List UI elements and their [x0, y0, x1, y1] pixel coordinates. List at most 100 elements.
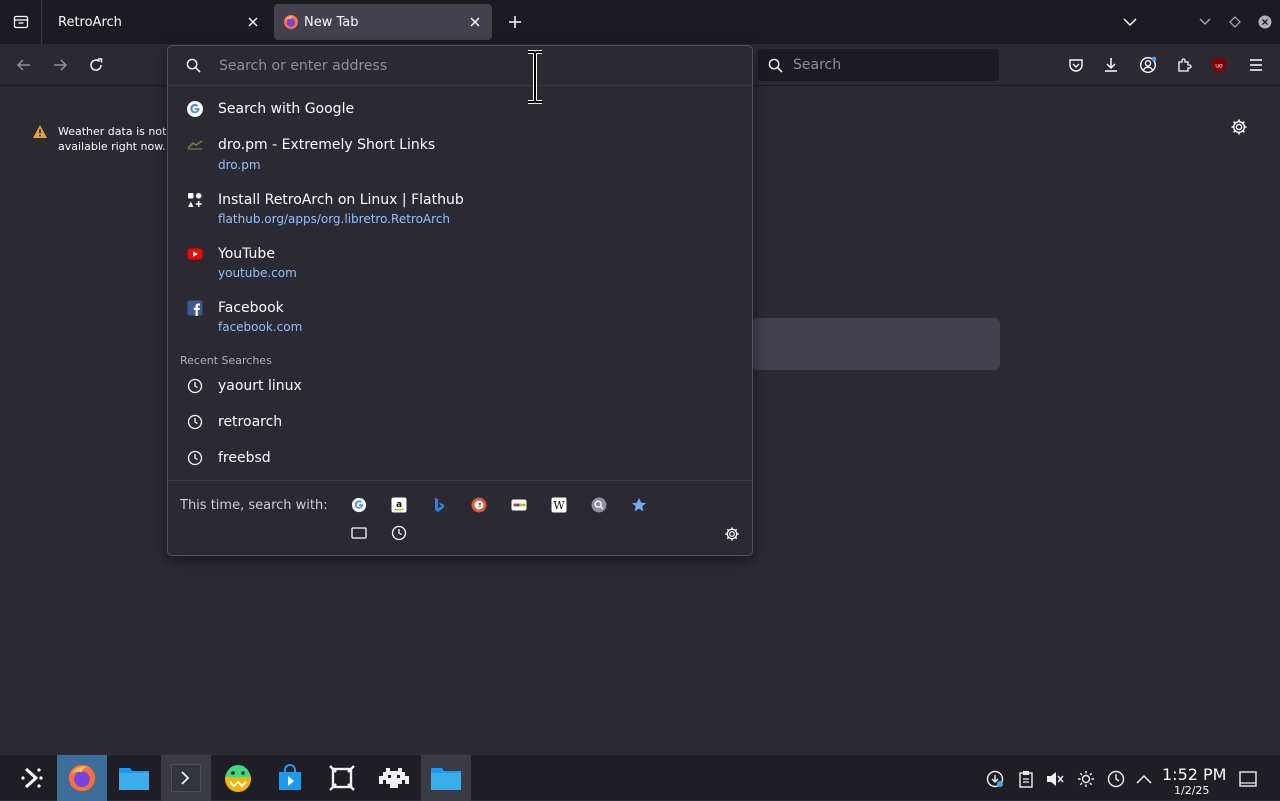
taskbar-firefox[interactable]	[57, 755, 107, 801]
chevron-down-icon	[1123, 18, 1137, 27]
volume-muted-icon[interactable]	[1045, 769, 1065, 789]
result-title: Search with Google	[218, 101, 355, 117]
history-clock-icon	[186, 413, 204, 431]
urlbar-result-row[interactable]: dro.pm - Extremely Short Links dro.pm	[168, 132, 752, 176]
text-cursor-icon	[525, 50, 545, 104]
downloads-button[interactable]	[1099, 53, 1123, 77]
taskbar-discover[interactable]	[265, 755, 315, 801]
show-desktop-icon[interactable]	[1238, 769, 1258, 789]
result-title: Install RetroArch on Linux | Flathub	[218, 192, 464, 208]
tab-close-icon[interactable]	[466, 13, 484, 31]
youtube-favicon	[186, 245, 204, 263]
clipboard-icon[interactable]	[1016, 769, 1036, 789]
history-icon[interactable]	[388, 522, 410, 544]
application-launcher-button[interactable]	[8, 755, 58, 801]
bing-icon[interactable]	[428, 494, 450, 516]
firefox-icon	[68, 764, 96, 792]
gear-icon	[725, 527, 739, 541]
power-management-icon[interactable]	[1106, 769, 1126, 789]
divider	[168, 480, 752, 481]
search-input[interactable]	[791, 56, 985, 74]
discover-updates-icon[interactable]	[985, 769, 1005, 789]
reload-icon	[90, 58, 103, 71]
arrow-left-icon	[16, 59, 30, 71]
folder-icon	[431, 768, 461, 790]
taskbar-dolphin[interactable]	[421, 755, 471, 801]
chevron-up-icon[interactable]	[1134, 769, 1154, 789]
google-icon	[186, 100, 204, 118]
back-button[interactable]	[12, 53, 36, 77]
tab-new-tab[interactable]: New Tab	[274, 4, 492, 40]
search-bar[interactable]	[758, 49, 999, 81]
result-title: dro.pm - Extremely Short Links	[218, 137, 436, 153]
tabs-icon[interactable]	[348, 522, 370, 544]
search-icon	[768, 58, 783, 73]
reload-button[interactable]	[84, 53, 108, 77]
taskbar-terminal[interactable]	[161, 755, 211, 801]
taskbar-retroarch[interactable]	[369, 755, 419, 801]
taskbar-android-app[interactable]	[213, 755, 263, 801]
warning-icon	[33, 125, 47, 138]
recent-search-item[interactable]: retroarch	[168, 410, 752, 436]
tab-close-icon[interactable]	[244, 13, 262, 31]
arrow-right-icon	[54, 59, 68, 71]
frame-icon	[329, 765, 355, 791]
account-icon	[1139, 56, 1157, 74]
bookmarks-star-icon[interactable]	[628, 494, 650, 516]
recent-search-item[interactable]: freebsd	[168, 446, 752, 472]
minimize-window-button[interactable]	[1195, 12, 1215, 32]
recent-search-item[interactable]: yaourt linux	[168, 374, 752, 400]
address-input[interactable]	[217, 56, 741, 75]
extensions-button[interactable]	[1172, 53, 1196, 77]
gear-icon	[1231, 119, 1247, 135]
urlbar-result-row[interactable]: Install RetroArch on Linux | Flathub fla…	[168, 187, 752, 231]
pocket-icon	[1069, 59, 1083, 72]
google-icon[interactable]	[348, 494, 370, 516]
dro-pm-favicon	[186, 136, 204, 154]
tab-title: RetroArch	[58, 14, 122, 30]
close-window-button[interactable]	[1255, 12, 1275, 32]
new-tab-button[interactable]	[504, 11, 526, 33]
firefox-view-button[interactable]	[0, 0, 42, 44]
puzzle-icon	[1178, 58, 1192, 72]
tab-retroarch[interactable]: RetroArch	[44, 4, 270, 40]
ebay-icon[interactable]	[508, 494, 530, 516]
result-url: flathub.org/apps/org.libretro.RetroArch	[218, 212, 451, 226]
search-icon	[186, 58, 201, 73]
new-tab-search-box[interactable]	[745, 318, 1000, 370]
list-all-tabs-button[interactable]	[1120, 12, 1140, 32]
app-menu-button[interactable]	[1244, 53, 1268, 77]
urlbar-popup: Search with Google dro.pm - Extremely Sh…	[167, 45, 753, 556]
maximize-window-button[interactable]	[1225, 12, 1245, 32]
svg-text:W: W	[553, 499, 565, 512]
weather-message-line1: Weather data is not	[58, 125, 167, 138]
weather-widget: Weather data is not available right now.	[32, 124, 166, 154]
personalize-new-tab-button[interactable]	[1228, 116, 1250, 138]
account-button[interactable]	[1136, 53, 1160, 77]
amazon-icon[interactable]: a	[388, 494, 410, 516]
taskbar-file-manager[interactable]	[109, 755, 159, 801]
brightness-icon[interactable]	[1076, 769, 1096, 789]
forward-button[interactable]	[48, 53, 72, 77]
urlbar-result-row[interactable]: Facebook facebook.com	[168, 295, 752, 339]
search-settings-button[interactable]	[722, 524, 742, 544]
urlbar-result-search[interactable]: Search with Google	[168, 96, 752, 124]
taskbar: 1:52 PM 1/2/25	[0, 754, 1280, 801]
flathub-favicon	[186, 191, 204, 209]
recent-search-text: freebsd	[218, 450, 271, 466]
clock-time[interactable]: 1:52 PM	[1162, 765, 1226, 784]
result-url: dro.pm	[218, 158, 261, 172]
recent-search-text: yaourt linux	[218, 378, 302, 394]
urlbar-result-row[interactable]: YouTube youtube.com	[168, 241, 752, 285]
retroarch-invader-icon	[379, 768, 409, 788]
wikipedia-icon[interactable]: W	[548, 494, 570, 516]
clock-date[interactable]: 1/2/25	[1174, 784, 1209, 797]
ublock-origin-button[interactable]: uo	[1207, 53, 1231, 77]
result-title: YouTube	[218, 246, 275, 262]
android-icon	[225, 765, 251, 792]
duckduckgo-icon[interactable]	[468, 494, 490, 516]
taskbar-window-app[interactable]	[317, 755, 367, 801]
address-bar[interactable]	[168, 46, 752, 86]
search-plugin-icon[interactable]	[588, 494, 610, 516]
pocket-button[interactable]	[1064, 53, 1088, 77]
